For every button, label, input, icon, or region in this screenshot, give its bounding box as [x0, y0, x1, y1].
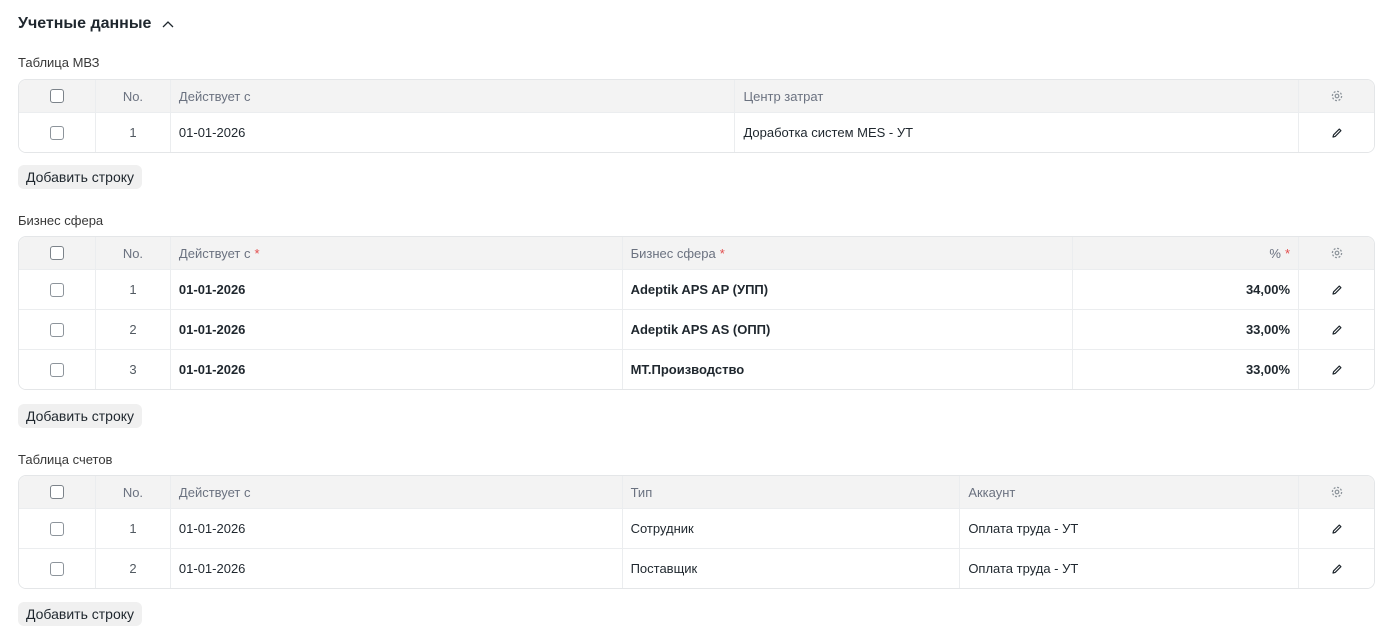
select-all-cell	[19, 476, 95, 508]
row-percent[interactable]: 33,00%	[1072, 310, 1298, 349]
column-settings-cell	[1298, 476, 1374, 508]
header-valid-from: Действует с *	[169, 237, 622, 269]
header-cost-center: Центр затрат	[734, 80, 1298, 112]
gear-icon[interactable]	[1330, 246, 1344, 260]
select-all-checkbox[interactable]	[49, 89, 64, 103]
header-type: Тип	[621, 476, 960, 508]
row-valid-from[interactable]: 01-01-2026	[169, 310, 622, 349]
header-no: No.	[94, 80, 170, 112]
select-all-cell	[19, 237, 95, 269]
header-percent: % *	[1072, 237, 1298, 269]
table-row[interactable]: 2 01-01-2026 Adeptik APS AS (ОПП) 33,00%	[19, 309, 1374, 349]
header-no: No.	[94, 476, 170, 508]
table-row[interactable]: 3 01-01-2026 MT.Производство 33,00%	[19, 349, 1374, 389]
row-type[interactable]: Поставщик	[621, 549, 960, 588]
row-checkbox[interactable]	[49, 362, 64, 377]
row-valid-from[interactable]: 01-01-2026	[169, 549, 622, 588]
pencil-icon[interactable]	[1331, 523, 1343, 535]
row-business-sphere[interactable]: MT.Производство	[621, 350, 1073, 389]
header-no: No.	[94, 237, 170, 269]
column-settings-cell	[1298, 80, 1374, 112]
pencil-icon[interactable]	[1331, 127, 1343, 139]
table-header-row: No. Действует с Тип Аккаунт	[19, 476, 1374, 508]
chevron-up-icon[interactable]	[161, 17, 175, 31]
row-checkbox[interactable]	[49, 125, 64, 140]
section-title: Учетные данные	[18, 15, 152, 32]
select-all-cell	[19, 80, 95, 112]
section-header[interactable]: Учетные данные	[18, 12, 175, 36]
row-select-cell	[19, 350, 95, 389]
header-business-sphere: Бизнес сфера *	[621, 237, 1073, 269]
row-select-cell	[19, 310, 95, 349]
required-mark: *	[254, 245, 260, 261]
accounts-add-row-button[interactable]: Добавить строку	[18, 602, 143, 626]
header-valid-from: Действует с	[169, 476, 622, 508]
row-valid-from[interactable]: 01-01-2026	[169, 350, 622, 389]
business-table: No. Действует с * Бизнес сфера * % * 1 01-0…	[18, 236, 1375, 390]
row-no: 1	[94, 113, 170, 152]
row-checkbox[interactable]	[49, 322, 64, 337]
row-checkbox[interactable]	[49, 561, 64, 576]
mvz-add-row-button[interactable]: Добавить строку	[18, 165, 143, 189]
table-row[interactable]: 2 01-01-2026 Поставщик Оплата труда - УТ	[19, 548, 1374, 588]
row-edit-cell	[1298, 509, 1374, 548]
row-percent[interactable]: 33,00%	[1072, 350, 1298, 389]
table-header-row: No. Действует с * Бизнес сфера * % *	[19, 237, 1374, 269]
header-valid-from: Действует с	[169, 80, 735, 112]
row-percent[interactable]: 34,00%	[1072, 270, 1298, 309]
select-all-checkbox[interactable]	[49, 246, 64, 260]
row-type[interactable]: Сотрудник	[621, 509, 960, 548]
row-valid-from[interactable]: 01-01-2026	[169, 113, 735, 152]
row-edit-cell	[1298, 270, 1374, 309]
row-no: 3	[94, 350, 170, 389]
row-select-cell	[19, 549, 95, 588]
table-row[interactable]: 1 01-01-2026 Adeptik APS AP (УПП) 34,00%	[19, 269, 1374, 309]
row-no: 1	[94, 270, 170, 309]
row-no: 2	[94, 310, 170, 349]
row-select-cell	[19, 113, 95, 152]
header-percent-label: %	[1269, 245, 1281, 261]
gear-icon[interactable]	[1330, 89, 1344, 103]
accounts-table-label: Таблица счетов	[18, 452, 113, 467]
row-checkbox[interactable]	[49, 521, 64, 536]
required-mark: *	[719, 245, 725, 261]
pencil-icon[interactable]	[1331, 364, 1343, 376]
row-select-cell	[19, 270, 95, 309]
column-settings-cell	[1298, 237, 1374, 269]
row-edit-cell	[1298, 549, 1374, 588]
row-edit-cell	[1298, 310, 1374, 349]
select-all-checkbox[interactable]	[49, 485, 64, 499]
row-no: 1	[94, 509, 170, 548]
business-add-row-button[interactable]: Добавить строку	[18, 404, 143, 428]
table-header-row: No. Действует с Центр затрат	[19, 80, 1374, 112]
row-edit-cell	[1298, 350, 1374, 389]
business-table-label: Бизнес сфера	[18, 213, 104, 228]
row-select-cell	[19, 509, 95, 548]
row-checkbox[interactable]	[49, 282, 64, 297]
row-edit-cell	[1298, 113, 1374, 152]
header-business-sphere-label: Бизнес сфера	[630, 245, 716, 261]
row-valid-from[interactable]: 01-01-2026	[169, 509, 622, 548]
table-row[interactable]: 1 01-01-2026 Доработка систем MES - УТ	[19, 112, 1374, 152]
row-account[interactable]: Оплата труда - УТ	[959, 549, 1298, 588]
mvz-table: No. Действует с Центр затрат 1 01-01-202…	[18, 79, 1375, 153]
row-business-sphere[interactable]: Adeptik APS AP (УПП)	[621, 270, 1073, 309]
row-no: 2	[94, 549, 170, 588]
header-account: Аккаунт	[959, 476, 1298, 508]
pencil-icon[interactable]	[1331, 563, 1343, 575]
gear-icon[interactable]	[1330, 485, 1344, 499]
row-account[interactable]: Оплата труда - УТ	[959, 509, 1298, 548]
required-mark: *	[1284, 245, 1291, 261]
header-valid-from-label: Действует с	[178, 245, 251, 261]
row-valid-from[interactable]: 01-01-2026	[169, 270, 622, 309]
mvz-table-label: Таблица МВЗ	[18, 55, 100, 70]
row-business-sphere[interactable]: Adeptik APS AS (ОПП)	[621, 310, 1073, 349]
row-cost-center[interactable]: Доработка систем MES - УТ	[734, 113, 1298, 152]
pencil-icon[interactable]	[1331, 324, 1343, 336]
pencil-icon[interactable]	[1331, 284, 1343, 296]
accounts-table: No. Действует с Тип Аккаунт 1 01-01-2026…	[18, 475, 1375, 589]
table-row[interactable]: 1 01-01-2026 Сотрудник Оплата труда - УТ	[19, 508, 1374, 548]
